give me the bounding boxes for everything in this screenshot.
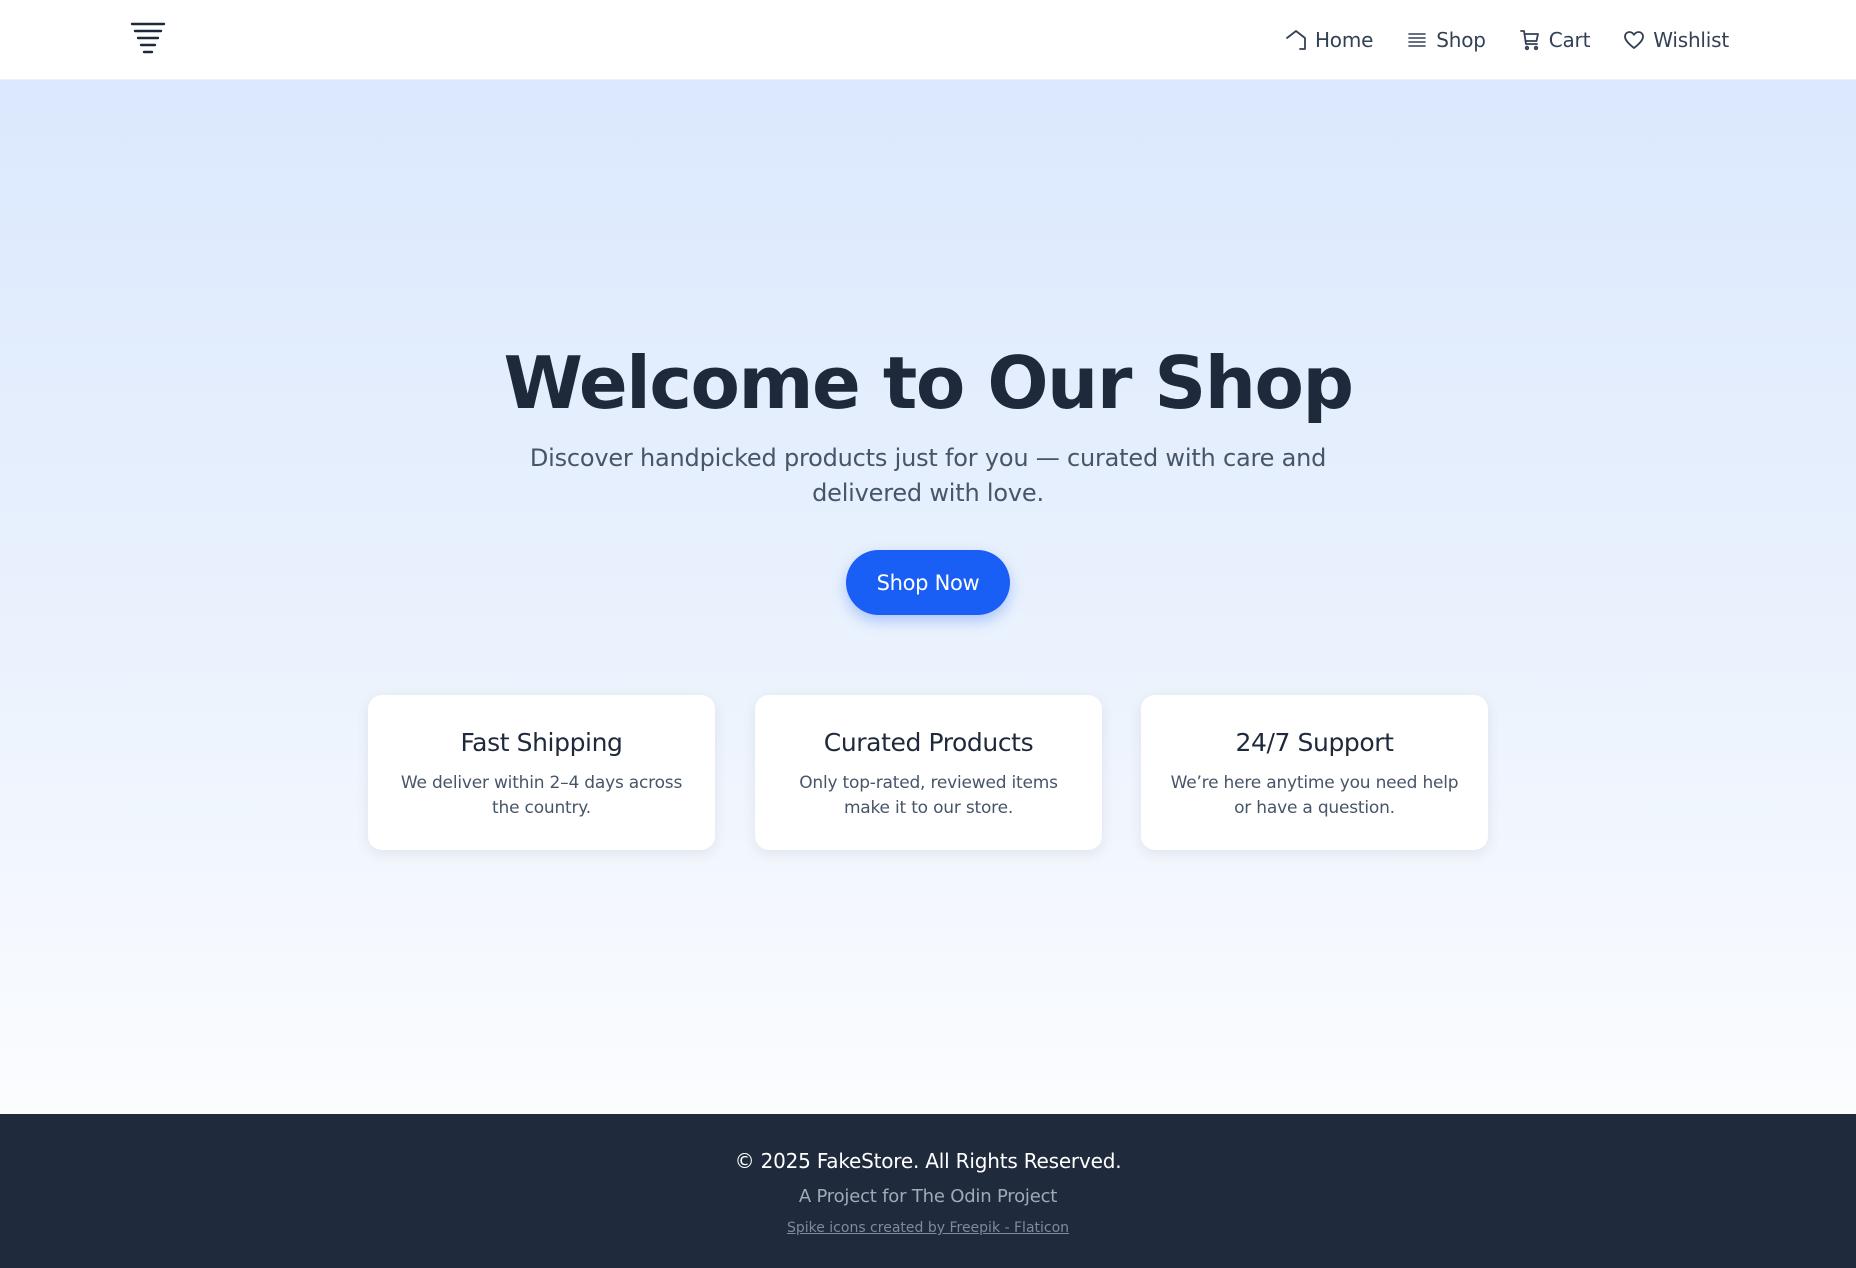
home-icon xyxy=(1284,28,1308,52)
nav-cart-label: Cart xyxy=(1548,28,1591,52)
shop-now-button[interactable]: Shop Now xyxy=(846,550,1010,615)
nav-shop[interactable]: Shop xyxy=(1405,28,1486,52)
feature-card-support: 24/7 Support We’re here anytime you need… xyxy=(1141,695,1488,850)
site-footer: © 2025 FakeStore. All Rights Reserved. A… xyxy=(0,1114,1856,1268)
hero-section: Welcome to Our Shop Discover handpicked … xyxy=(0,80,1856,1114)
feature-card-text: Only top-rated, reviewed items make it t… xyxy=(799,773,1058,818)
feature-card-fast-shipping: Fast Shipping We deliver within 2–4 days… xyxy=(368,695,715,850)
nav-wishlist-label: Wishlist xyxy=(1653,28,1729,52)
copyright-text: © 2025 FakeStore. All Rights Reserved. xyxy=(734,1149,1122,1173)
spike-logo-icon[interactable] xyxy=(128,20,168,56)
main-nav: Home Shop Cart Wishlist xyxy=(1284,0,1729,80)
feature-card-curated-products: Curated Products Only top-rated, reviewe… xyxy=(755,695,1102,850)
nav-home[interactable]: Home xyxy=(1284,28,1373,52)
nav-home-label: Home xyxy=(1314,28,1374,52)
feature-card-text: We deliver within 2–4 days across the co… xyxy=(400,773,683,818)
project-text: A Project for The Odin Project xyxy=(798,1186,1058,1207)
list-icon xyxy=(1405,28,1429,52)
hero-title: Welcome to Our Shop xyxy=(503,341,1354,425)
site-header: Home Shop Cart Wishlist xyxy=(0,0,1856,80)
feature-card-title: 24/7 Support xyxy=(1235,728,1394,757)
heart-icon xyxy=(1622,28,1646,52)
cart-icon xyxy=(1518,28,1542,52)
feature-card-title: Curated Products xyxy=(823,728,1034,757)
nav-shop-label: Shop xyxy=(1436,28,1486,52)
feature-card-text: We’re here anytime you need help or have… xyxy=(1170,773,1459,818)
icon-credits-link[interactable]: Spike icons created by Freepik - Flatico… xyxy=(787,1220,1069,1236)
hero-subtitle: Discover handpicked products just for yo… xyxy=(529,444,1327,507)
nav-wishlist[interactable]: Wishlist xyxy=(1622,28,1729,52)
feature-card-title: Fast Shipping xyxy=(460,728,623,757)
credits-line: Spike icons created by Freepik - Flatico… xyxy=(0,1220,1856,1236)
nav-cart[interactable]: Cart xyxy=(1518,28,1591,52)
